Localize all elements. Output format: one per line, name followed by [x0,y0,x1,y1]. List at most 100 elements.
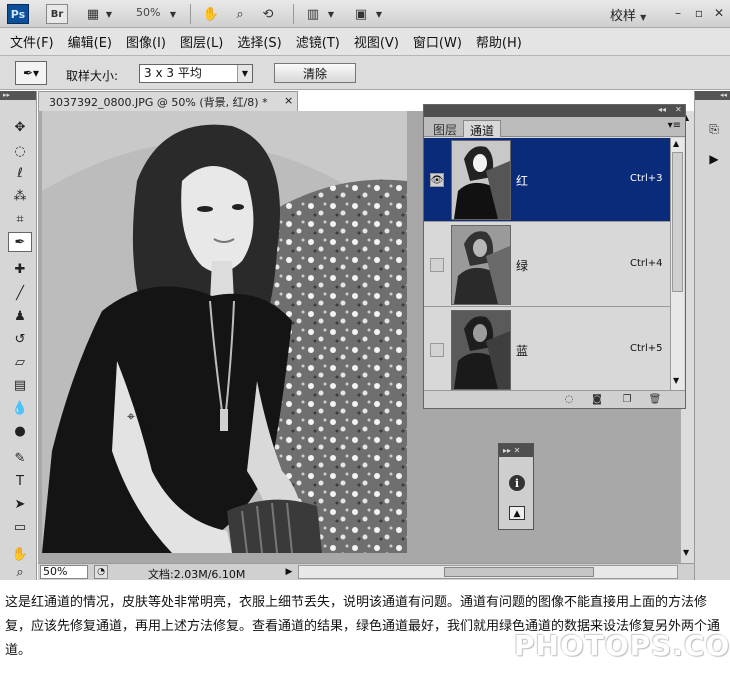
menu-help[interactable]: 帮助(H) [476,32,522,51]
panel-close-icon[interactable]: ✕ [675,105,682,114]
status-zoom-field[interactable]: 50% [40,565,88,579]
channel-row-green[interactable]: 绿 Ctrl+4 [424,223,670,307]
channel-shortcut: Ctrl+4 [630,258,663,269]
minimize-icon[interactable]: – [670,5,686,21]
close-document-icon[interactable]: × [284,94,293,107]
image-canvas[interactable]: ⌖ 1 [42,111,407,553]
brush-tool-icon[interactable]: ╱ [8,283,32,303]
pen-tool-icon[interactable]: ✎ [8,448,32,468]
sample-size-select[interactable]: 3 x 3 平均 ▼ [139,64,253,83]
magic-wand-icon[interactable]: ⁂ [8,186,32,206]
zoom-level[interactable]: 50% [136,6,160,19]
zoom-tool-icon[interactable]: ⌕ [230,5,250,23]
hand-tool-icon[interactable]: ✋ [201,5,221,23]
clone-stamp-icon[interactable]: ♟ [8,306,32,326]
channel-thumbnail [451,310,511,390]
scroll-thumb[interactable] [444,567,594,577]
path-selection-icon[interactable]: ➤ [8,494,32,514]
color-sampler-marker-icon[interactable]: ⌖ [127,409,135,425]
menu-file[interactable]: 文件(F) [10,32,54,51]
arrange-documents-icon[interactable]: ▥ [302,5,324,23]
view-extras-dropdown-icon[interactable]: ▼ [104,5,114,23]
sample-size-value: 3 x 3 平均 [144,66,202,80]
zoom-dropdown-icon[interactable]: ▼ [168,5,178,23]
close-icon[interactable]: ✕ [711,5,727,21]
panel-footer: ◌ ◙ ❐ 🗑 [424,390,685,408]
menu-view[interactable]: 视图(V) [354,32,399,51]
crop-tool-icon[interactable]: ⌗ [8,209,32,229]
restore-icon[interactable]: ▫ [691,5,707,21]
scroll-thumb[interactable] [672,152,683,292]
screen-mode-dropdown-icon[interactable]: ▼ [374,5,384,23]
tab-layers[interactable]: 图层 [427,120,463,137]
delete-channel-icon[interactable]: 🗑 [648,393,662,406]
channel-row-blue[interactable]: 蓝 Ctrl+5 [424,308,670,392]
menu-select[interactable]: 选择(S) [237,32,281,51]
eraser-tool-icon[interactable]: ▱ [8,352,32,372]
panel-collapse-icon[interactable]: ◂◂ [658,105,666,114]
menu-window[interactable]: 窗口(W) [413,32,462,51]
visibility-toggle[interactable] [430,343,444,357]
color-sampler-icon: ✒▾ [22,66,40,80]
scroll-down-icon[interactable]: ▼ [683,548,689,557]
menu-filter[interactable]: 滤镜(T) [296,32,340,51]
thumbnail-image [452,311,510,389]
chevron-down-icon: ▼ [237,65,252,82]
gradient-tool-icon[interactable]: ▤ [8,375,32,395]
arrange-dropdown-icon[interactable]: ▼ [326,5,336,23]
visibility-toggle[interactable] [430,258,444,272]
options-bar: ✒▾ 取样大小: 3 x 3 平均 ▼ 清除 [0,56,730,90]
dodge-tool-icon[interactable]: ● [8,421,32,441]
collapse-icon[interactable]: ▸▸ [0,91,36,100]
lasso-tool-icon[interactable]: ℓ [8,163,32,183]
panel-title-bar[interactable]: ◂◂ ✕ [424,105,685,117]
actions-panel-icon[interactable]: ▶ [705,151,723,167]
scroll-down-icon[interactable]: ▼ [673,376,679,385]
menu-edit[interactable]: 编辑(E) [68,32,112,51]
panel-tab-strip: 图层 通道 ▾≡ [424,117,685,138]
new-channel-icon[interactable]: ❐ [620,393,634,406]
hand-tool-icon[interactable]: ✋ [8,544,32,564]
shape-tool-icon[interactable]: ▭ [8,517,32,537]
document-title: 3037392_0800.JPG @ 50% (背景, 红/8) * [49,96,268,109]
load-channel-as-selection-icon[interactable]: ◌ [562,393,576,406]
clear-button[interactable]: 清除 [274,63,356,83]
status-options-icon[interactable]: ◔ [94,565,108,579]
bridge-button[interactable]: Br [46,4,68,24]
histogram-icon[interactable]: ▲ [508,504,526,522]
menu-image[interactable]: 图像(I) [126,32,166,51]
channel-thumbnail [451,140,511,220]
application-bar: Ps Br ▦ ▼ 50% ▼ ✋ ⌕ ⟲ ▥ ▼ ▣ ▼ 校样 ▼ – ▫ ✕ [0,0,730,28]
history-brush-icon[interactable]: ↺ [8,329,32,349]
navigator-panel-icon[interactable]: ⎘ [705,121,723,137]
status-menu-arrow-icon[interactable]: ▶ [283,565,295,579]
marquee-tool-icon[interactable]: ◌ [8,141,32,161]
workspace-switcher[interactable]: 校样 ▼ [610,5,646,24]
visibility-eye-icon[interactable]: 👁 [430,173,444,187]
tab-channels[interactable]: 通道 [463,120,502,138]
menu-bar: 文件(F) 编辑(E) 图像(I) 图层(L) 选择(S) 滤镜(T) 视图(V… [0,28,730,56]
scroll-up-icon[interactable]: ▲ [673,139,679,148]
tool-preset-picker[interactable]: ✒▾ [15,61,47,85]
menu-layer[interactable]: 图层(L) [180,32,223,51]
screen-mode-icon[interactable]: ▣ [350,5,372,23]
view-extras-icon[interactable]: ▦ [82,5,104,23]
panel-menu-icon[interactable]: ▾≡ [668,120,681,131]
dock-collapse-icon[interactable]: ◂◂ [695,91,730,100]
color-sampler-tool-icon[interactable]: ✒ [8,232,32,252]
rotate-view-icon[interactable]: ⟲ [258,5,278,23]
mini-panel-title-bar[interactable]: ▸▸ ✕ [499,444,533,457]
info-icon[interactable]: i [508,474,526,492]
zoom-tool-icon[interactable]: ⌕ [8,565,32,580]
save-selection-as-channel-icon[interactable]: ◙ [590,393,604,406]
channel-row-red[interactable]: 👁 红 Ctrl+3 [424,138,670,222]
move-tool-icon[interactable]: ✥ [8,117,32,137]
horizontal-scrollbar[interactable] [298,565,678,579]
type-tool-icon[interactable]: T [8,471,32,491]
document-tab[interactable]: 3037392_0800.JPG @ 50% (背景, 红/8) * × [38,91,298,111]
blur-tool-icon[interactable]: 💧 [8,398,32,418]
thumbnail-image [452,226,510,304]
photoshop-logo[interactable]: Ps [7,4,29,24]
channels-scrollbar[interactable]: ▲ ▼ [670,138,684,390]
healing-brush-icon[interactable]: ✚ [8,259,32,279]
